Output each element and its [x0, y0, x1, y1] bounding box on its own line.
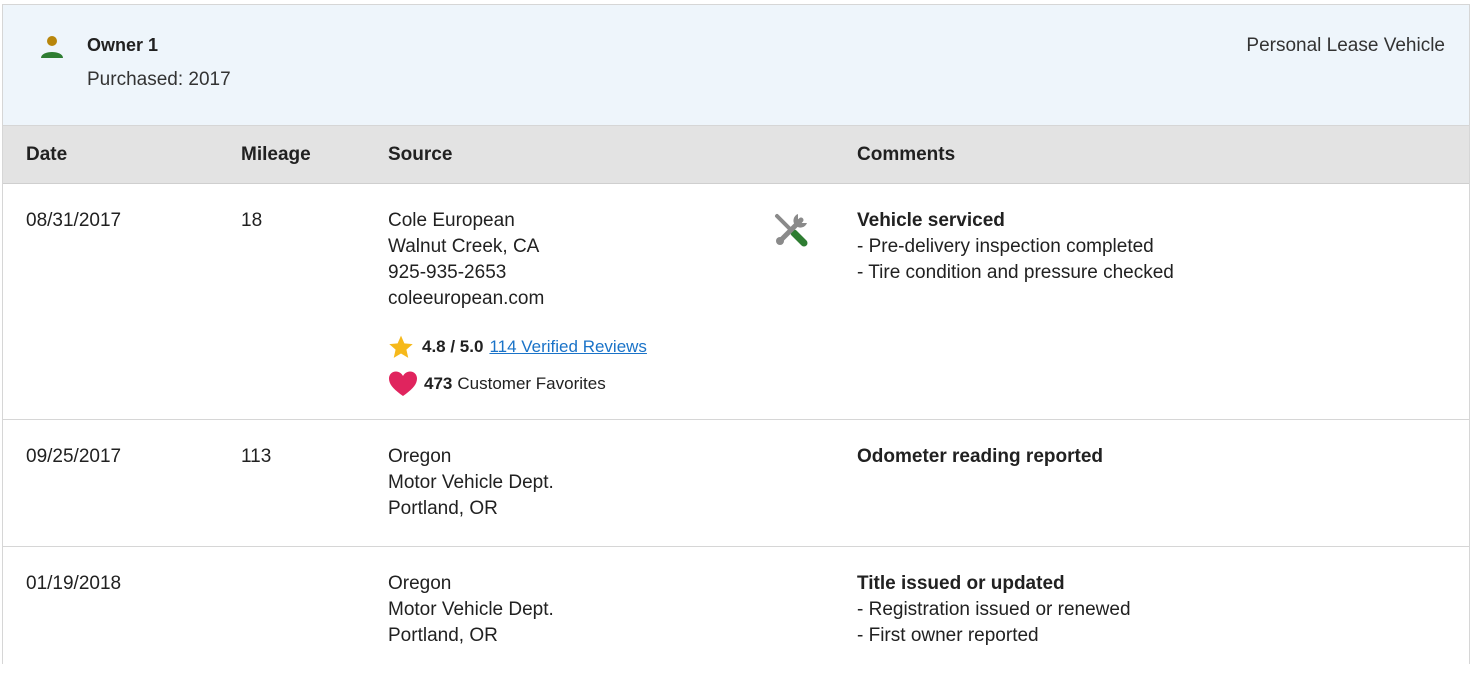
row-mileage: 113	[241, 446, 272, 467]
table-row: 01/19/2018 Oregon Motor Vehicle Dept. Po…	[3, 547, 1469, 687]
row-comments: Vehicle serviced - Pre-delivery inspecti…	[857, 208, 1174, 286]
comment-title: Title issued or updated	[857, 573, 1065, 594]
dealer-rating: 4.8 / 5.0 114 Verified Reviews	[388, 334, 647, 360]
favorites-count: 473	[424, 374, 453, 393]
row-source: Oregon Motor Vehicle Dept. Portland, OR	[388, 444, 554, 522]
header-comments: Comments	[857, 144, 956, 165]
owner-title: Owner 1	[87, 35, 159, 55]
owner-purchased-year: Purchased: 2017	[87, 69, 231, 90]
wrench-screwdriver-icon	[775, 214, 808, 247]
row-date: 01/19/2018	[26, 573, 122, 594]
row-source: Oregon Motor Vehicle Dept. Portland, OR	[388, 571, 554, 649]
star-icon	[389, 335, 413, 358]
table-row: 08/31/2017 18 Cole European Walnut Creek…	[3, 184, 1469, 420]
person-icon	[41, 36, 63, 58]
comment-item: - Registration issued or renewed	[857, 599, 1131, 620]
table-header: Date Mileage Source Comments	[3, 126, 1469, 184]
owner-history-card: Owner 1 Purchased: 2017 Personal Lease V…	[2, 4, 1470, 664]
verified-reviews-link[interactable]: 114 Verified Reviews	[489, 337, 647, 357]
table-row: 09/25/2017 113 Oregon Motor Vehicle Dept…	[3, 420, 1469, 547]
row-date: 08/31/2017	[26, 210, 122, 231]
row-date: 09/25/2017	[26, 446, 122, 467]
comment-item: - Tire condition and pressure checked	[857, 262, 1174, 283]
source-name: Cole European	[388, 210, 515, 231]
source-location: Portland, OR	[388, 498, 498, 519]
row-comments: Odometer reading reported	[857, 444, 1103, 470]
owner-header: Owner 1 Purchased: 2017 Personal Lease V…	[3, 5, 1469, 126]
source-name: Oregon	[388, 573, 452, 594]
source-department: Motor Vehicle Dept.	[388, 472, 554, 493]
favorites-label: Customer Favorites	[457, 374, 606, 393]
comment-item: - First owner reported	[857, 625, 1039, 646]
row-mileage: 18	[241, 210, 263, 231]
heart-icon	[389, 371, 417, 396]
row-comments: Title issued or updated - Registration i…	[857, 571, 1131, 649]
comment-title: Vehicle serviced	[857, 210, 1005, 231]
source-department: Motor Vehicle Dept.	[388, 599, 554, 620]
header-mileage: Mileage	[241, 144, 311, 165]
customer-favorites: 473 Customer Favorites	[388, 370, 606, 398]
source-phone: 925-935-2653	[388, 262, 507, 283]
rating-value: 4.8 / 5.0	[422, 337, 484, 356]
comment-item: - Pre-delivery inspection completed	[857, 236, 1154, 257]
source-name: Oregon	[388, 446, 452, 467]
source-website: coleeuropean.com	[388, 288, 545, 309]
header-date: Date	[26, 144, 68, 165]
comment-title: Odometer reading reported	[857, 446, 1103, 467]
header-source: Source	[388, 144, 453, 165]
source-location: Walnut Creek, CA	[388, 236, 540, 257]
vehicle-use-type: Personal Lease Vehicle	[1246, 35, 1445, 56]
row-source: Cole European Walnut Creek, CA 925-935-2…	[388, 208, 544, 312]
source-location: Portland, OR	[388, 625, 498, 646]
